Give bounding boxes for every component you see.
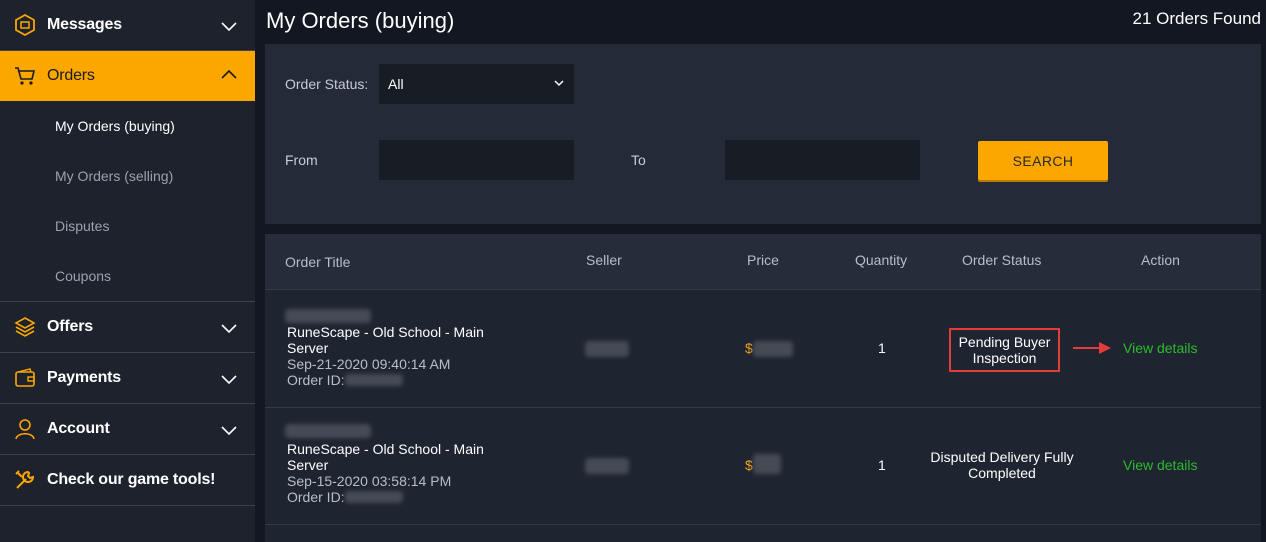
view-details-link[interactable]: View details (1123, 457, 1197, 473)
column-header: Order Title (285, 254, 351, 270)
order-date: Sep-21-2020 09:40:14 AM (287, 356, 451, 372)
chevron-down-icon (221, 324, 237, 334)
price-currency: $ (745, 340, 753, 356)
column-header: Price (747, 252, 779, 268)
column-header: Action (1141, 252, 1180, 268)
search-button[interactable]: SEARCH (978, 141, 1108, 180)
filter-panel: Order Status: All From To SEARCH (265, 44, 1261, 224)
table-row: RuneScape - Old School - Main Server Sep… (265, 408, 1261, 525)
redacted-price (753, 341, 793, 357)
from-label: From (285, 152, 318, 168)
column-header: Order Status (962, 252, 1042, 268)
chevron-up-icon (221, 69, 237, 79)
table-row: RuneScape - Old School - Main Server Sep… (265, 291, 1261, 408)
redacted-price (753, 454, 781, 474)
chevron-down-icon (221, 426, 237, 436)
from-date-input[interactable] (379, 140, 574, 180)
order-id-label: Order ID: (287, 372, 345, 388)
sidebar-item-messages[interactable]: Messages (0, 0, 255, 51)
main-content: My Orders (buying) 21 Orders Found Order… (265, 0, 1261, 542)
sidebar-item-account[interactable]: Account (0, 404, 255, 455)
view-details-link[interactable]: View details (1123, 340, 1197, 356)
status-badge: Disputed Delivery Fully Completed (930, 449, 1074, 481)
sidebar-item-game-tools[interactable]: Check our game tools! (0, 455, 255, 506)
wallet-icon (14, 367, 36, 389)
wrench-icon (14, 469, 36, 491)
chevron-down-icon (221, 22, 237, 32)
redacted-seller (585, 341, 629, 357)
cart-icon (14, 65, 36, 87)
page-title: My Orders (buying) (266, 8, 455, 33)
sidebar-item-label: Payments (47, 369, 121, 386)
column-header: Seller (586, 252, 622, 268)
user-icon (14, 418, 36, 440)
quantity: 1 (878, 340, 886, 356)
layers-icon (14, 316, 36, 338)
sidebar-item-label: Orders (47, 67, 95, 84)
column-header: Quantity (855, 252, 908, 268)
status-badge: Pending Buyer Inspection (949, 328, 1060, 372)
redacted-text (285, 424, 371, 438)
submenu-coupons[interactable]: Coupons (0, 251, 255, 301)
sidebar: Messages Orders My Orders (buying) My Or… (0, 0, 255, 542)
sidebar-item-label: Offers (47, 318, 93, 335)
sidebar-item-orders[interactable]: Orders (0, 51, 255, 101)
orders-submenu: My Orders (buying) My Orders (selling) D… (0, 101, 255, 302)
submenu-my-orders-buying[interactable]: My Orders (buying) (0, 101, 255, 151)
price-currency: $ (745, 457, 753, 473)
redacted-seller (585, 458, 629, 474)
order-status-select[interactable]: All (379, 64, 574, 104)
sidebar-item-label: Account (47, 420, 110, 437)
sidebar-item-label: Messages (47, 16, 122, 33)
order-date: Sep-15-2020 03:58:14 PM (287, 473, 452, 489)
orders-table: Order Title Seller Price Quantity Order … (265, 234, 1261, 542)
orders-count: 21 Orders Found (1132, 9, 1261, 28)
redacted-order-id (345, 491, 403, 503)
redacted-text (285, 309, 371, 323)
sidebar-item-payments[interactable]: Payments (0, 353, 255, 404)
order-title: RuneScape - Old School - Main Server (287, 441, 484, 473)
chevron-down-icon (221, 375, 237, 385)
table-header: Order Title Seller Price Quantity Order … (265, 234, 1261, 290)
order-title: RuneScape - Old School - Main Server (287, 324, 484, 356)
redacted-order-id (345, 374, 403, 386)
sidebar-item-label: Check our game tools! (47, 471, 216, 488)
submenu-my-orders-selling[interactable]: My Orders (selling) (0, 151, 255, 201)
order-id-label: Order ID: (287, 489, 345, 505)
quantity: 1 (878, 457, 886, 473)
order-status-value: All (388, 76, 404, 92)
order-status-label: Order Status: (285, 76, 369, 92)
to-date-input[interactable] (725, 140, 920, 180)
arrow-right-icon (1073, 342, 1111, 354)
sidebar-item-offers[interactable]: Offers (0, 302, 255, 353)
submenu-disputes[interactable]: Disputes (0, 201, 255, 251)
messages-icon (14, 14, 36, 36)
chevron-down-icon (554, 80, 564, 87)
to-label: To (631, 152, 646, 168)
